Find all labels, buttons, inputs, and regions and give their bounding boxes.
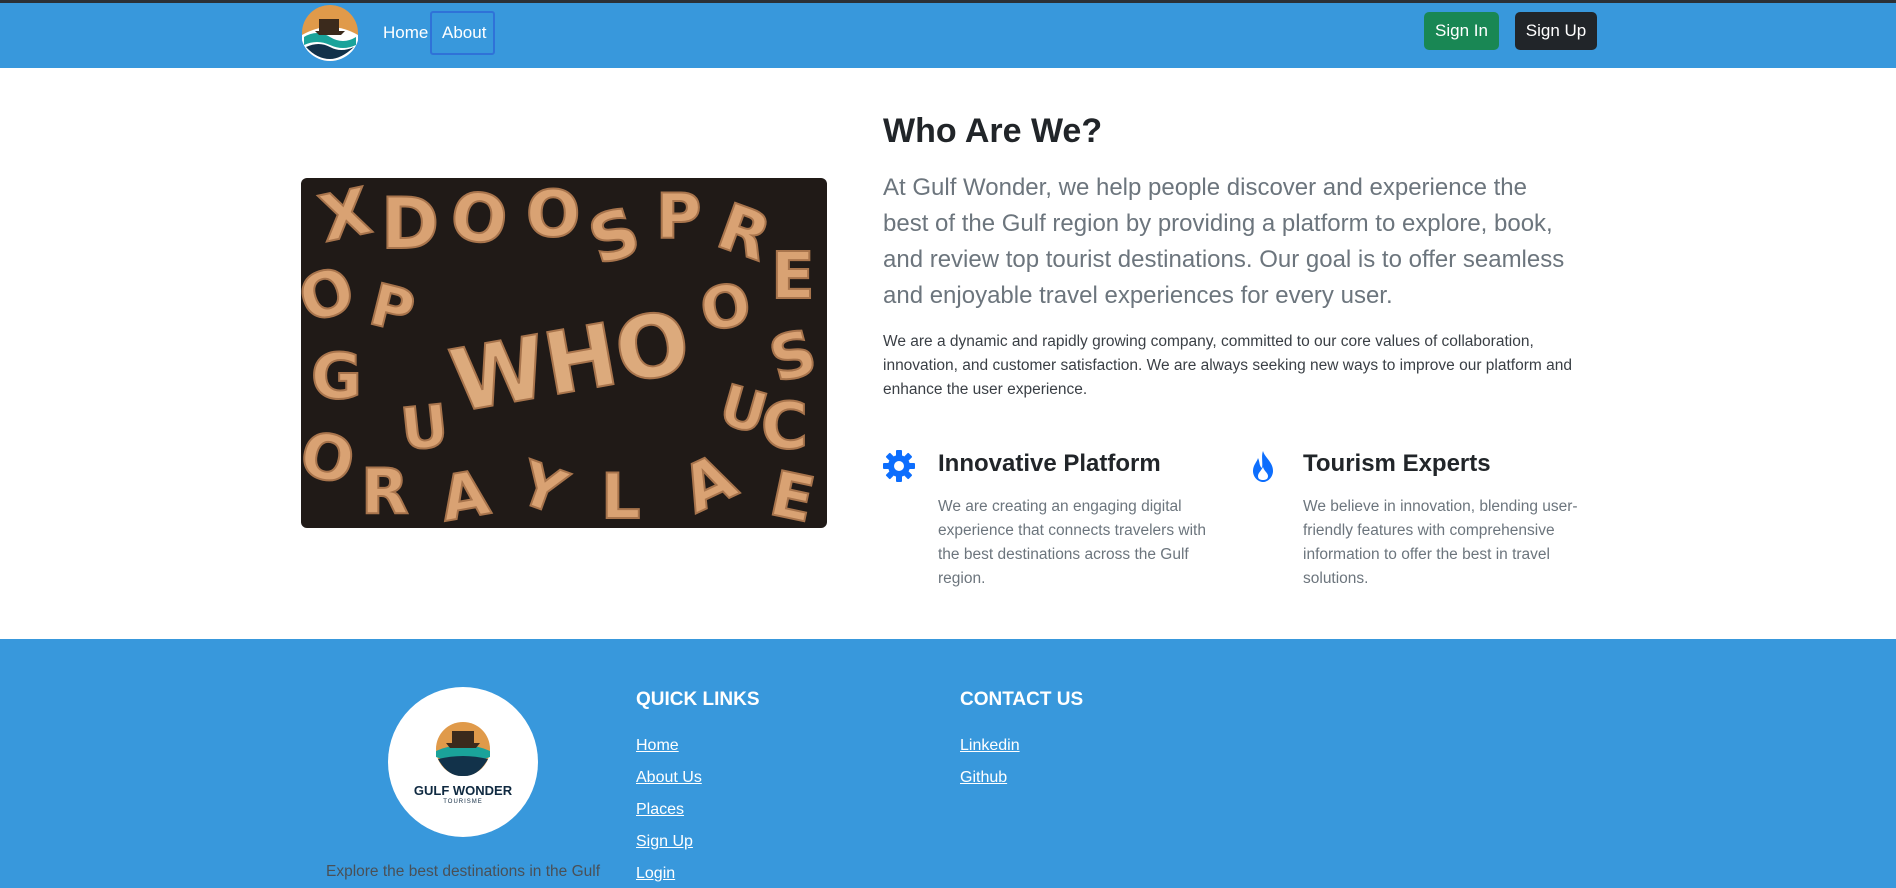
footer-link-login[interactable]: Login: [636, 865, 675, 883]
body-paragraph: We are a dynamic and rapidly growing com…: [883, 333, 1572, 398]
footer-brand-subtitle: TOURISME: [443, 799, 483, 805]
footer-link-home[interactable]: Home: [636, 737, 679, 755]
svg-text:E: E: [771, 240, 815, 314]
svg-text:O: O: [446, 178, 512, 261]
gear-icon: [882, 449, 916, 483]
footer-link-places[interactable]: Places: [636, 801, 684, 819]
svg-text:L: L: [601, 460, 641, 528]
feature-text-tourism-experts: We believe in innovation, blending user-…: [1303, 498, 1578, 587]
quick-links-heading: QUICK LINKS: [636, 689, 760, 710]
feature-title-innovative-platform: Innovative Platform: [938, 450, 1161, 477]
sign-up-button[interactable]: Sign Up: [1515, 12, 1597, 50]
footer-brand-name: GULF WONDER: [413, 783, 513, 798]
who-letters-image: X D O O S P R E S C E A L Y A R O G O P …: [301, 178, 827, 528]
gulf-wonder-logo-icon[interactable]: [301, 5, 359, 61]
footer-link-github[interactable]: Github: [960, 769, 1007, 787]
svg-text:P: P: [656, 180, 701, 253]
svg-text:O: O: [526, 178, 580, 252]
lead-paragraph: At Gulf Wonder, we help people discover …: [883, 174, 1565, 309]
footer-link-sign-up[interactable]: Sign Up: [636, 833, 693, 851]
navbar: Home About Sign In Sign Up: [0, 3, 1896, 68]
svg-text:R: R: [361, 455, 409, 528]
page-title: Who Are We?: [883, 112, 1103, 150]
feature-title-tourism-experts: Tourism Experts: [1303, 450, 1491, 477]
nav-about-link[interactable]: About: [430, 11, 495, 55]
svg-text:G: G: [311, 340, 362, 413]
nav-home-link[interactable]: Home: [383, 11, 428, 55]
svg-text:D: D: [381, 183, 439, 265]
fire-icon: [1246, 449, 1280, 483]
sign-in-button[interactable]: Sign In: [1424, 12, 1499, 50]
footer: GULF WONDER TOURISME Explore the best de…: [0, 639, 1896, 888]
feature-text-innovative-platform: We are creating an engaging digital expe…: [938, 498, 1206, 587]
footer-link-linkedin[interactable]: Linkedin: [960, 737, 1020, 755]
footer-link-about-us[interactable]: About Us: [636, 769, 702, 787]
footer-logo: GULF WONDER TOURISME: [388, 687, 538, 837]
svg-text:U: U: [398, 391, 452, 464]
footer-tagline: Explore the best destinations in the Gul…: [326, 863, 600, 880]
contact-us-heading: CONTACT US: [960, 689, 1084, 710]
